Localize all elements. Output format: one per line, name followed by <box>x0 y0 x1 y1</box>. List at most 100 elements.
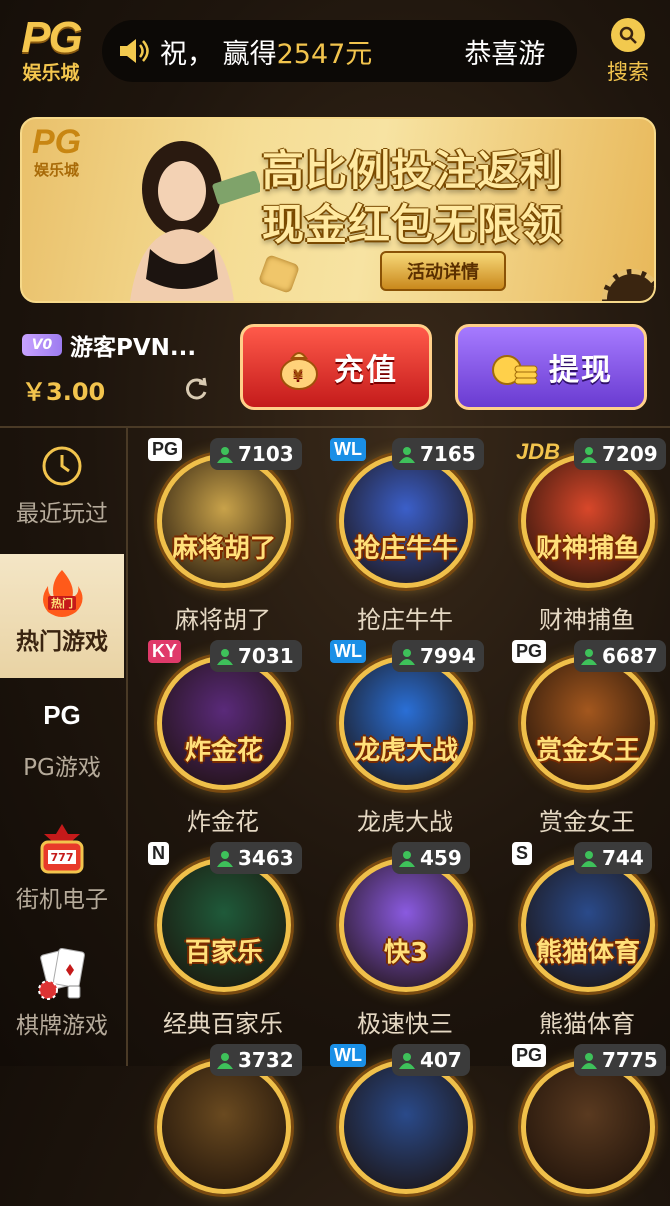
game-tile[interactable]: 麻将胡了 PG 7103 麻将胡了 <box>143 438 303 635</box>
game-icon: 炸金花 KY 7031 <box>148 640 302 790</box>
money-bag-icon: ¥ <box>280 352 318 390</box>
category-sidebar: 最近玩过 热门 热门游戏 PG PG游戏 777 街机电子 棋牌游戏 <box>0 428 128 1066</box>
banner-headline-1: 高比例投注返利 <box>262 146 564 195</box>
game-artwork: 百家乐 <box>157 858 291 992</box>
app-logo: PG 娱乐城 <box>10 16 92 86</box>
game-tile[interactable]: 炸金花 KY 7031 炸金花 <box>143 640 303 837</box>
user-icon <box>217 1053 233 1069</box>
search-button[interactable]: 搜索 <box>598 18 658 86</box>
player-count: 7103 <box>238 442 294 466</box>
game-icon: 麻将胡了 PG 7103 <box>148 438 302 588</box>
sidebar-item-label: 热门游戏 <box>16 629 108 655</box>
user-icon <box>399 447 415 463</box>
user-icon <box>581 649 597 665</box>
user-icon <box>217 447 233 463</box>
game-icon: 快3 459 <box>330 842 480 992</box>
player-count: 7031 <box>238 644 294 668</box>
announcement-marquee[interactable]: 祝， 赢得2547元 恭喜游 <box>102 20 577 82</box>
sidebar-item-pg[interactable]: PG PG游戏 <box>0 680 124 804</box>
sidebar-item-arcade[interactable]: 777 街机电子 <box>0 806 124 930</box>
player-count-badge: 7209 <box>574 438 666 470</box>
player-count-badge: 744 <box>574 842 652 874</box>
dice-decoration <box>257 254 301 294</box>
game-tile[interactable]: 龙虎大战 WL 7994 龙虎大战 <box>325 640 485 837</box>
game-art-title: 龙虎大战 <box>353 736 458 766</box>
game-name: 炸金花 <box>187 808 259 836</box>
player-count: 744 <box>602 846 644 870</box>
search-icon <box>611 18 645 52</box>
player-count: 459 <box>420 846 462 870</box>
game-tile[interactable]: 赏金女王 PG 6687 赏金女王 <box>507 640 667 837</box>
refresh-icon[interactable] <box>182 374 210 402</box>
user-icon <box>217 649 233 665</box>
vip-badge: V0 <box>22 334 62 356</box>
game-artwork: 熊猫体育 <box>521 858 655 992</box>
game-icon: PG 7775 <box>512 1044 666 1194</box>
sidebar-item-cards[interactable]: 棋牌游戏 <box>0 932 124 1056</box>
player-count: 3463 <box>238 846 294 870</box>
player-count: 7209 <box>602 442 658 466</box>
sidebar-item-label: PG游戏 <box>23 755 101 781</box>
player-count: 407 <box>420 1048 462 1072</box>
player-count-badge: 7994 <box>392 640 484 672</box>
promo-banner[interactable]: PG 娱乐城 高比例投注返利 现金红包无限领 活动详情 <box>20 117 656 303</box>
player-count: 7775 <box>602 1048 658 1072</box>
player-count-badge: 459 <box>392 842 470 874</box>
user-icon <box>581 1053 597 1069</box>
banner-logo: PG 娱乐城 <box>32 123 82 179</box>
logo-text: PG <box>21 13 83 62</box>
deposit-label: 充值 <box>334 353 398 388</box>
game-icon: 龙虎大战 WL 7994 <box>330 640 484 790</box>
user-icon <box>581 447 597 463</box>
sidebar-item-hot[interactable]: 热门 热门游戏 <box>0 554 124 678</box>
game-artwork: 财神捕鱼 <box>521 454 655 588</box>
game-tile[interactable]: 3732 <box>143 1044 303 1206</box>
player-count-badge: 7103 <box>210 438 302 470</box>
player-count: 7994 <box>420 644 476 668</box>
sidebar-item-recent[interactable]: 最近玩过 <box>0 428 124 552</box>
game-artwork: 快3 <box>339 858 473 992</box>
game-tile[interactable]: WL 407 <box>325 1044 485 1206</box>
pg-logo-icon: PG <box>43 700 81 730</box>
player-count: 3732 <box>238 1048 294 1072</box>
user-icon <box>399 1053 415 1069</box>
withdraw-label: 提现 <box>549 353 613 388</box>
provider-logo: N <box>148 842 169 865</box>
provider-logo: JDB <box>516 439 561 464</box>
provider-logo: KY <box>148 640 182 663</box>
withdraw-button[interactable]: 提现 <box>455 324 647 410</box>
deposit-button[interactable]: ¥ 充值 <box>240 324 432 410</box>
game-tile[interactable]: 百家乐 N 3463 经典百家乐 <box>143 842 303 1039</box>
search-label: 搜索 <box>607 60 649 84</box>
game-icon: 3732 <box>148 1044 302 1194</box>
game-art-title: 财神捕鱼 <box>535 534 640 564</box>
player-count-badge: 407 <box>392 1044 470 1076</box>
game-tile[interactable]: PG 7775 <box>507 1044 667 1206</box>
game-art-title: 抢庄牛牛 <box>353 534 458 564</box>
player-count-badge: 7031 <box>210 640 302 672</box>
game-icon: 财神捕鱼 JDB 7209 <box>512 438 666 588</box>
game-name: 极速快三 <box>357 1010 453 1038</box>
fire-icon: 热门 <box>43 570 83 617</box>
sidebar-item-label: 最近玩过 <box>16 501 108 527</box>
game-artwork <box>157 1060 291 1194</box>
game-artwork: 赏金女王 <box>521 656 655 790</box>
provider-logo: S <box>512 842 533 865</box>
svg-text:热门: 热门 <box>51 596 73 610</box>
game-tile[interactable]: 财神捕鱼 JDB 7209 财神捕鱼 <box>507 438 667 635</box>
provider-logo: PG <box>512 640 547 663</box>
clock-icon <box>42 446 82 486</box>
username: 游客PVN... <box>70 335 197 361</box>
game-tile[interactable]: 抢庄牛牛 WL 7165 抢庄牛牛 <box>325 438 485 635</box>
game-artwork: 炸金花 <box>157 656 291 790</box>
game-tile[interactable]: 熊猫体育 S 744 熊猫体育 <box>507 842 667 1039</box>
provider-logo: PG <box>148 438 183 461</box>
player-count: 6687 <box>602 644 658 668</box>
sidebar-item-label: 街机电子 <box>16 887 108 913</box>
game-artwork: 抢庄牛牛 <box>339 454 473 588</box>
game-tile[interactable]: 快3 459 极速快三 <box>325 842 485 1039</box>
activity-details-button[interactable]: 活动详情 <box>380 251 506 291</box>
banner-headline-2: 现金红包无限领 <box>262 200 564 249</box>
balance-amount: ￥3.00 <box>22 378 106 406</box>
game-artwork <box>521 1060 655 1194</box>
